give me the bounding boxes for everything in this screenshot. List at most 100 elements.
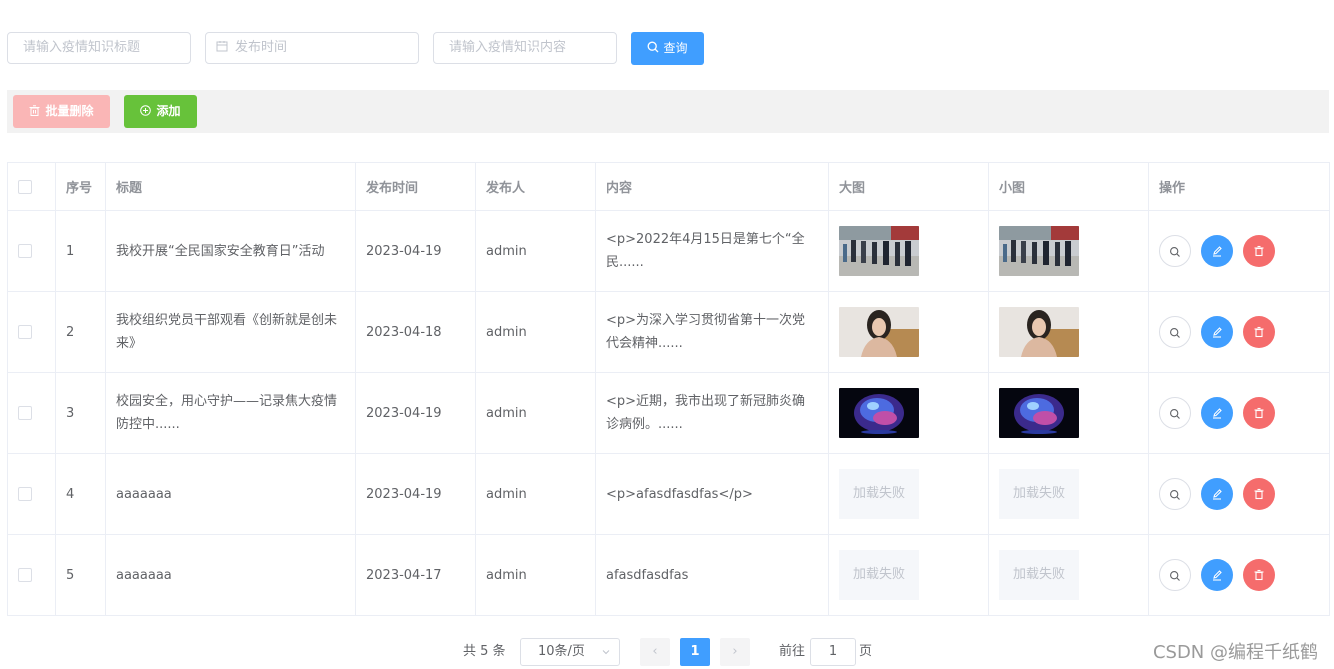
table-row: 3 校园安全，用心守护——记录焦大疫情防控中...... 2023-04-19 … <box>7 372 1330 454</box>
globe-photo-image[interactable] <box>839 388 919 438</box>
row-no: 1 <box>55 210 106 292</box>
next-page-button[interactable]: › <box>720 638 750 666</box>
row-checkbox[interactable] <box>18 325 32 339</box>
header-no: 序号 <box>55 162 106 211</box>
trash-icon <box>1254 245 1264 257</box>
add-button[interactable]: 添加 <box>124 95 197 128</box>
row-title: aaaaaaa <box>105 534 356 616</box>
calendar-icon <box>216 41 228 52</box>
view-button[interactable] <box>1159 559 1191 591</box>
search-icon <box>1170 409 1180 419</box>
row-date: 2023-04-19 <box>355 372 476 454</box>
edit-button[interactable] <box>1201 478 1233 510</box>
row-big-image-cell: 加载失败 <box>828 534 989 616</box>
row-no: 3 <box>55 372 106 454</box>
row-big-image-cell <box>828 210 989 292</box>
row-small-image-cell <box>988 372 1149 454</box>
row-big-image-cell <box>828 291 989 373</box>
pagination-total: 共 5 条 <box>463 644 506 659</box>
image-load-failed[interactable]: 加载失败 <box>999 550 1079 600</box>
title-search-input[interactable]: 请输入疫情知识标题 <box>7 32 191 64</box>
toolbar: 批量删除 添加 <box>7 90 1329 133</box>
crowd-photo-image[interactable] <box>999 226 1079 276</box>
delete-button[interactable] <box>1243 478 1275 510</box>
view-button[interactable] <box>1159 235 1191 267</box>
row-select-cell <box>7 291 56 373</box>
row-actions-cell <box>1148 291 1330 373</box>
title-search-placeholder: 请输入疫情知识标题 <box>23 40 141 55</box>
row-actions-cell <box>1148 372 1330 454</box>
select-all-checkbox[interactable] <box>18 179 32 194</box>
image-load-failed[interactable]: 加载失败 <box>839 469 919 519</box>
row-no: 5 <box>55 534 106 616</box>
view-button[interactable] <box>1159 478 1191 510</box>
row-date: 2023-04-19 <box>355 210 476 292</box>
content-search-placeholder: 请输入疫情知识内容 <box>449 40 567 55</box>
delete-button[interactable] <box>1243 559 1275 591</box>
select-all-cell <box>7 162 56 211</box>
image-load-failed[interactable]: 加载失败 <box>999 469 1079 519</box>
table-row: 5 aaaaaaa 2023-04-17 admin afasdfasdfas … <box>7 534 1330 616</box>
delete-button[interactable] <box>1243 397 1275 429</box>
prev-page-button[interactable]: ‹ <box>640 638 670 666</box>
edit-button[interactable] <box>1201 397 1233 429</box>
chevron-down-icon <box>602 650 610 655</box>
row-author: admin <box>475 210 596 292</box>
date-picker-input[interactable]: 发布时间 <box>205 32 419 64</box>
row-content: <p>为深入学习贯彻省第十一次党代会精神...... <box>595 291 829 373</box>
date-placeholder: 发布时间 <box>235 40 288 55</box>
page-size-value: 10条/页 <box>538 644 585 659</box>
header-author: 发布人 <box>475 162 596 211</box>
portrait-photo-image[interactable] <box>999 307 1079 357</box>
query-button[interactable]: 查询 <box>631 32 704 65</box>
row-checkbox[interactable] <box>18 244 32 258</box>
delete-button[interactable] <box>1243 235 1275 267</box>
row-title: 我校开展“全民国家安全教育日”活动 <box>105 210 356 292</box>
search-icon <box>1170 490 1180 500</box>
globe-photo-image[interactable] <box>999 388 1079 438</box>
edit-button[interactable] <box>1201 316 1233 348</box>
portrait-photo-image[interactable] <box>839 307 919 357</box>
row-small-image-cell <box>988 210 1149 292</box>
add-label: 添加 <box>156 104 181 118</box>
batch-delete-button[interactable]: 批量删除 <box>13 95 110 128</box>
chevron-right-icon: › <box>732 644 738 659</box>
page-suffix-label: 页 <box>859 644 873 659</box>
content-search-input[interactable]: 请输入疫情知识内容 <box>433 32 617 64</box>
row-actions-cell <box>1148 453 1330 535</box>
row-author: admin <box>475 534 596 616</box>
page-number-button[interactable]: 1 <box>680 638 710 666</box>
row-checkbox[interactable] <box>18 406 32 420</box>
header-big-image: 大图 <box>828 162 989 211</box>
view-button[interactable] <box>1159 397 1191 429</box>
row-select-cell <box>7 453 56 535</box>
row-checkbox[interactable] <box>18 487 32 501</box>
table-row: 4 aaaaaaa 2023-04-19 admin <p>afasdfasdf… <box>7 453 1330 535</box>
crowd-photo-image[interactable] <box>839 226 919 276</box>
goto-page-input[interactable]: 1 <box>810 638 856 666</box>
row-checkbox[interactable] <box>18 568 32 582</box>
row-author: admin <box>475 291 596 373</box>
batch-delete-label: 批量删除 <box>45 104 94 118</box>
search-icon <box>1170 571 1180 581</box>
edit-button[interactable] <box>1201 235 1233 267</box>
row-actions-cell <box>1148 210 1330 292</box>
edit-icon <box>1213 570 1222 581</box>
image-load-failed[interactable]: 加载失败 <box>839 550 919 600</box>
row-title: 我校组织党员干部观看《创新就是创未来》 <box>105 291 356 373</box>
header-title: 标题 <box>105 162 356 211</box>
delete-button[interactable] <box>1243 316 1275 348</box>
edit-button[interactable] <box>1201 559 1233 591</box>
view-button[interactable] <box>1159 316 1191 348</box>
trash-icon <box>1254 326 1264 338</box>
row-select-cell <box>7 210 56 292</box>
plus-circle-icon <box>140 105 152 116</box>
row-date: 2023-04-18 <box>355 291 476 373</box>
goto-label: 前往 <box>779 644 806 659</box>
header-actions: 操作 <box>1148 162 1330 211</box>
row-content: <p>afasdfasdfas</p> <box>595 453 829 535</box>
row-content: afasdfasdfas <box>595 534 829 616</box>
page-size-select[interactable]: 10条/页 <box>520 638 620 666</box>
search-icon <box>648 41 659 53</box>
row-no: 2 <box>55 291 106 373</box>
